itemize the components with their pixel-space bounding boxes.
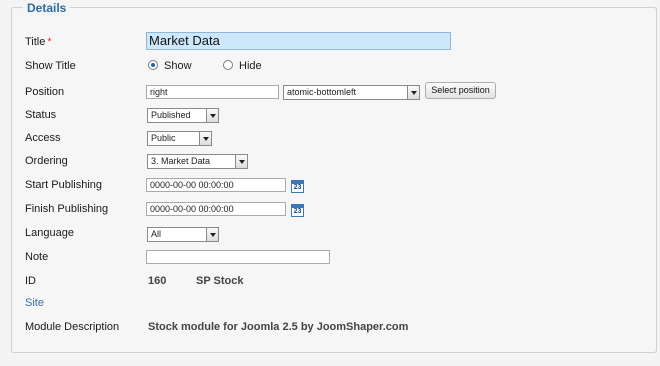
- status-select[interactable]: Published: [147, 108, 219, 123]
- chevron-down-icon: [206, 109, 218, 122]
- language-select[interactable]: All: [147, 227, 219, 242]
- note-label: Note: [25, 251, 49, 263]
- show-title-label: Show Title: [25, 60, 76, 72]
- start-publishing-input[interactable]: 0000-00-00 00:00:00: [146, 178, 286, 192]
- module-description-label: Module Description: [25, 321, 120, 333]
- calendar-icon[interactable]: 23: [291, 204, 304, 217]
- language-label: Language: [25, 227, 74, 239]
- hide-radio[interactable]: [223, 60, 233, 70]
- show-radio[interactable]: [148, 60, 158, 70]
- chevron-down-icon: [199, 132, 211, 145]
- title-input[interactable]: Market Data: [146, 32, 451, 50]
- title-label: Title *: [25, 35, 52, 49]
- title-label-text: Title: [25, 36, 46, 48]
- hide-radio-label[interactable]: Hide: [239, 59, 262, 73]
- position-input[interactable]: right: [146, 85, 279, 99]
- calendar-day: 23: [293, 184, 302, 191]
- id-label: ID: [25, 275, 36, 287]
- access-label: Access: [25, 132, 61, 144]
- calendar-icon[interactable]: 23: [291, 180, 304, 193]
- id-value: 160: [148, 275, 167, 287]
- finish-publishing-input[interactable]: 0000-00-00 00:00:00: [146, 202, 286, 216]
- section-title: Details: [23, 0, 71, 16]
- required-mark: *: [47, 36, 52, 48]
- note-input[interactable]: [146, 250, 330, 264]
- module-type-value: SP Stock: [196, 275, 244, 287]
- status-label: Status: [25, 109, 57, 121]
- access-select-value: Public: [151, 133, 176, 143]
- site-label: Site: [25, 297, 44, 309]
- language-select-value: All: [151, 229, 162, 239]
- show-radio-label[interactable]: Show: [164, 59, 192, 73]
- calendar-day: 23: [293, 208, 302, 215]
- ordering-select-value: 3. Market Data: [151, 156, 211, 166]
- chevron-down-icon: [235, 155, 247, 168]
- start-publishing-label: Start Publishing: [25, 179, 103, 191]
- position-select-value: atomic-bottomleft: [287, 87, 357, 97]
- details-panel: [11, 7, 657, 353]
- status-select-value: Published: [151, 110, 191, 120]
- chevron-down-icon: [206, 228, 218, 241]
- module-description-value: Stock module for Joomla 2.5 by JoomShape…: [148, 321, 409, 333]
- position-label: Position: [25, 86, 65, 98]
- select-position-button[interactable]: Select position: [425, 82, 496, 99]
- ordering-label: Ordering: [25, 155, 68, 167]
- position-select[interactable]: atomic-bottomleft: [283, 85, 420, 100]
- finish-publishing-label: Finish Publishing: [25, 203, 109, 215]
- chevron-down-icon: [407, 86, 419, 99]
- access-select[interactable]: Public: [147, 131, 212, 146]
- ordering-select[interactable]: 3. Market Data: [147, 154, 248, 169]
